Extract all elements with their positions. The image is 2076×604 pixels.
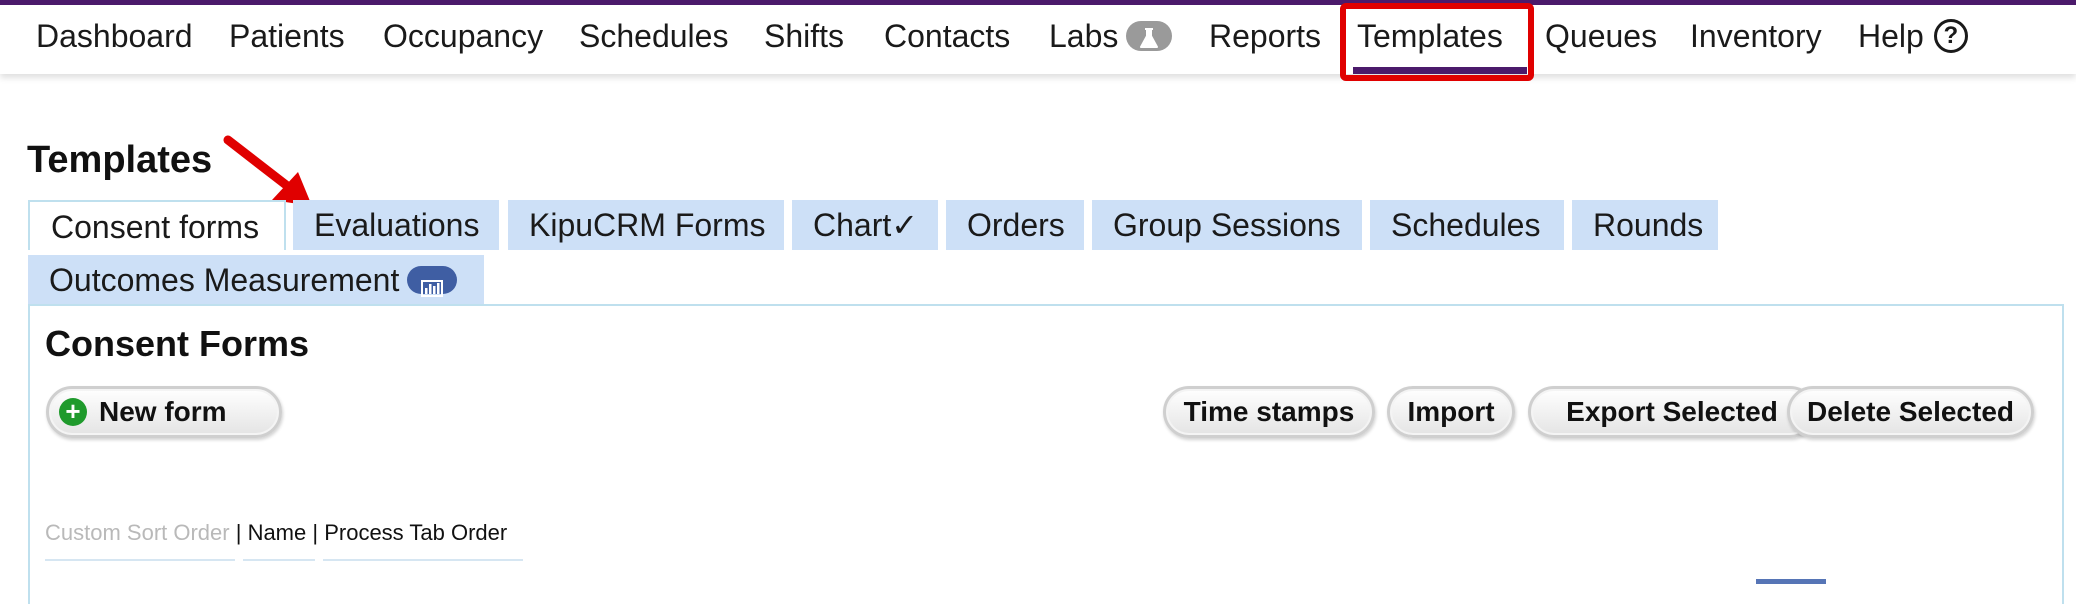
nav-item-dashboard[interactable]: Dashboard [36,15,193,57]
sort-separator: | [229,520,248,545]
column-divider [243,559,315,561]
column-divider [323,559,523,561]
tab-outcomes-measurement[interactable]: Outcomes Measurement [28,255,484,305]
section-title: Consent Forms [45,323,310,364]
export-selected-button[interactable]: Export Selected [1528,386,1816,438]
delete-selected-button[interactable]: Delete Selected [1787,386,2034,438]
tab-chart[interactable]: Chart✓ [792,200,938,250]
bar-chart-icon [407,265,458,297]
tab-schedules[interactable]: Schedules [1370,200,1564,250]
new-form-label: New form [99,396,227,427]
nav-item-labs-label: Labs [1049,18,1119,54]
tab-orders[interactable]: Orders [946,200,1084,250]
time-stamps-button[interactable]: Time stamps [1163,386,1375,438]
tab-evaluations[interactable]: Evaluations [293,200,499,250]
nav-item-reports[interactable]: Reports [1209,15,1321,57]
nav-item-help-label: Help [1858,18,1924,54]
nav-item-schedules[interactable]: Schedules [579,15,728,57]
nav-item-inventory[interactable]: Inventory [1690,15,1822,57]
nav-item-patients[interactable]: Patients [229,15,345,57]
sort-separator: | [306,520,325,545]
tab-outcomes-measurement-label: Outcomes Measurement [49,262,400,298]
flask-icon [1126,20,1173,51]
page-title: Templates [27,139,213,181]
question-circle-icon: ? [1933,18,1968,53]
main-nav: Dashboard Patients Occupancy Schedules S… [0,5,2076,74]
plus-circle-icon: + [59,397,87,426]
templates-highlight-box [1340,3,1534,81]
custom-sort-order-link[interactable]: Custom Sort Order [45,520,230,545]
tab-rounds[interactable]: Rounds [1572,200,1718,250]
tab-kipucrm-forms[interactable]: KipuCRM Forms [508,200,784,250]
tab-consent-forms[interactable]: Consent forms [28,200,286,250]
nav-item-occupancy[interactable]: Occupancy [383,15,543,57]
row-control-edge [1756,579,1826,584]
nav-item-help[interactable]: Help? [1858,15,1968,57]
nav-item-contacts[interactable]: Contacts [884,15,1010,57]
nav-item-shifts[interactable]: Shifts [764,15,844,57]
import-button[interactable]: Import [1387,386,1515,438]
top-navigation-bar: Dashboard Patients Occupancy Schedules S… [0,0,2076,74]
nav-item-queues[interactable]: Queues [1545,15,1657,57]
nav-item-labs[interactable]: Labs [1049,15,1173,57]
sort-by-name-link[interactable]: Name [248,520,307,545]
sort-by-process-tab-order-link[interactable]: Process Tab Order [324,520,507,545]
new-form-button[interactable]: + New form [46,386,282,438]
sort-header-row: Custom Sort Order | Name | Process Tab O… [45,518,507,548]
column-divider [45,559,235,561]
tab-group-sessions[interactable]: Group Sessions [1092,200,1362,250]
